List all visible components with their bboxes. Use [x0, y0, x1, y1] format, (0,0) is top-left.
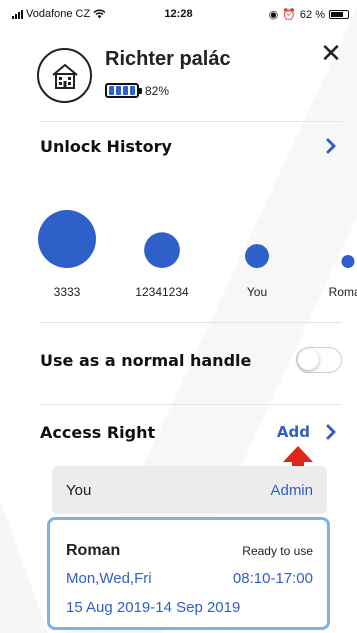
access-entry-time: 08:10-17:00	[232, 570, 313, 587]
battery-level-icon	[105, 83, 142, 98]
access-entry-date-range: 15 Aug 2019-14 Sep 2019	[66, 599, 241, 616]
add-access-button[interactable]: Add	[277, 423, 310, 441]
access-right-label: Access Right	[40, 422, 156, 442]
status-right: ◉ ⏰ 62 %	[269, 8, 349, 21]
access-entry-name: You	[66, 481, 92, 499]
history-bubble	[341, 255, 355, 268]
access-entry-you[interactable]: You Admin	[52, 466, 327, 514]
access-right-actions: Add	[277, 421, 342, 443]
access-right-row: Access Right Add	[40, 420, 342, 444]
history-user-label: Roman	[329, 285, 357, 299]
history-user-label: You	[247, 285, 267, 299]
divider	[40, 121, 342, 122]
house-icon	[51, 63, 78, 89]
unlock-history-chart: 3333 12341234 You Roman	[38, 210, 357, 299]
history-user-label: 3333	[54, 285, 81, 299]
lock-battery: 82%	[105, 83, 169, 98]
chevron-right-icon[interactable]	[320, 421, 342, 443]
normal-handle-toggle[interactable]	[296, 347, 342, 373]
chevron-right-icon[interactable]	[320, 135, 342, 157]
normal-handle-row: Use as a normal handle	[40, 346, 342, 374]
access-entry-days: Mon,Wed,Fri	[66, 570, 152, 587]
access-entry-status: Ready to use	[242, 544, 313, 558]
building-icon	[37, 48, 92, 103]
lock-battery-label: 82%	[145, 83, 170, 98]
history-user-label: 12341234	[135, 285, 189, 299]
history-bubble	[38, 210, 96, 268]
lock-title: Richter palác	[105, 48, 231, 70]
divider	[40, 322, 342, 323]
access-entry-roman[interactable]: Roman Ready to use Mon,Wed,Fri 08:10-17:…	[47, 517, 330, 630]
close-button[interactable]: ✕	[317, 40, 345, 68]
unlock-history-label: Unlock History	[40, 136, 172, 156]
divider	[40, 404, 342, 405]
battery-percent: 62 %	[299, 8, 325, 21]
location-icon: ◉	[268, 9, 279, 21]
normal-handle-label: Use as a normal handle	[40, 350, 252, 370]
status-bar: Vodafone CZ 12:28 ◉ ⏰ 62 %	[0, 0, 357, 28]
access-entry-name: Roman	[66, 542, 121, 559]
history-bubble	[245, 244, 269, 268]
history-bubble	[144, 232, 180, 268]
lock-header: Richter palác 82% ✕	[0, 40, 357, 110]
access-entry-role: Admin	[270, 481, 313, 499]
unlock-history-row[interactable]: Unlock History	[40, 134, 342, 158]
battery-icon	[329, 10, 349, 19]
toggle-knob	[298, 349, 319, 370]
alarm-icon: ⏰	[282, 9, 296, 21]
